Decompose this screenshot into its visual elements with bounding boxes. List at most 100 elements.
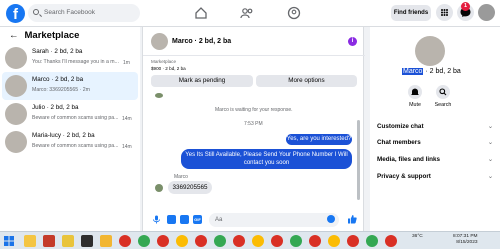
scrollbar[interactable] bbox=[357, 120, 360, 200]
thread-time: 1m bbox=[123, 60, 130, 66]
listing-summary[interactable]: Marketplace $900 · 2 bd, 2 ba bbox=[151, 58, 186, 72]
chat-header: Marco · 2 bd, 2 ba i bbox=[143, 27, 365, 56]
chrome-icon[interactable] bbox=[366, 235, 378, 247]
gif-icon[interactable]: GIF bbox=[193, 215, 202, 224]
section-label: Media, files and links bbox=[377, 156, 440, 163]
notification-badge: 1 bbox=[461, 2, 470, 11]
thread-time: 14m bbox=[122, 116, 132, 122]
sidebar-header: ← Marketplace bbox=[9, 30, 79, 41]
groups-icon[interactable] bbox=[287, 6, 301, 20]
privacy-support-row[interactable]: Privacy & support ⌄ bbox=[377, 173, 493, 180]
list-item[interactable]: Maria-lucy · 2 bd, 2 ba Beware of common… bbox=[2, 128, 138, 156]
message-composer: GIF Aa bbox=[143, 210, 365, 231]
waiting-note: Marco is waiting for your response. bbox=[215, 107, 293, 113]
chrome-icon[interactable] bbox=[347, 235, 359, 247]
thread-name: Julio · 2 bd, 2 ba bbox=[32, 104, 79, 111]
top-navigation-bar: f Search Facebook Find friends 1 bbox=[0, 0, 500, 27]
listing-detail: $900 · 2 bd, 2 ba bbox=[151, 66, 186, 71]
sender-label: Marco bbox=[174, 174, 188, 180]
mute-label: Mute bbox=[409, 102, 421, 108]
marketplace-sidebar: ← Marketplace Sarah · 2 bd, 2 ba You: Tha… bbox=[0, 27, 140, 231]
avatar[interactable] bbox=[415, 36, 445, 66]
profile-name-rest: · 2 bd, 2 ba bbox=[425, 68, 461, 75]
back-arrow-icon[interactable]: ← bbox=[9, 30, 19, 41]
message-input[interactable]: Aa bbox=[209, 213, 339, 227]
app-icon[interactable] bbox=[100, 235, 112, 247]
mute-button[interactable] bbox=[408, 85, 422, 99]
chat-title[interactable]: Marco · 2 bd, 2 ba bbox=[172, 38, 231, 45]
search-placeholder: Search Facebook bbox=[44, 9, 95, 16]
chat-members-row[interactable]: Chat members ⌄ bbox=[377, 139, 493, 146]
friends-icon[interactable] bbox=[240, 6, 254, 20]
microphone-icon[interactable] bbox=[152, 215, 161, 224]
chrome-icon[interactable] bbox=[119, 235, 131, 247]
image-icon[interactable] bbox=[167, 215, 176, 224]
avatar bbox=[155, 184, 163, 192]
chevron-down-icon: ⌄ bbox=[487, 173, 493, 180]
facebook-logo[interactable]: f bbox=[6, 4, 25, 23]
find-friends-button[interactable]: Find friends bbox=[391, 5, 431, 21]
conversation-details-panel: Marco · 2 bd, 2 ba Mute Search Customize… bbox=[370, 27, 500, 231]
windows-start-icon[interactable] bbox=[4, 236, 14, 246]
chrome-icon[interactable] bbox=[233, 235, 245, 247]
list-item[interactable]: Sarah · 2 bd, 2 ba You: Thanks I'll mess… bbox=[2, 44, 138, 72]
menu-grid-icon[interactable] bbox=[436, 4, 453, 21]
chevron-down-icon: ⌄ bbox=[487, 139, 493, 146]
chrome-icon[interactable] bbox=[195, 235, 207, 247]
chrome-icon[interactable] bbox=[309, 235, 321, 247]
thread-time: 14m bbox=[122, 144, 132, 150]
chrome-icon[interactable] bbox=[385, 235, 397, 247]
customize-chat-row[interactable]: Customize chat ⌄ bbox=[377, 123, 493, 130]
chrome-icon[interactable] bbox=[252, 235, 264, 247]
thread-preview: Beware of common scams using pa... bbox=[32, 143, 119, 149]
avatar bbox=[5, 103, 27, 125]
chrome-icon[interactable] bbox=[157, 235, 169, 247]
search-label: Search bbox=[434, 102, 452, 108]
info-icon[interactable]: i bbox=[348, 37, 357, 46]
list-item[interactable]: Julio · 2 bd, 2 ba Beware of common scam… bbox=[2, 100, 138, 128]
thread-name: Marco · 2 bd, 2 ba bbox=[32, 76, 84, 83]
clock-date: 8/15/2023 bbox=[456, 240, 478, 245]
app-icon[interactable] bbox=[43, 235, 55, 247]
sidebar-title: Marketplace bbox=[24, 30, 80, 41]
profile-name: Marco · 2 bd, 2 ba bbox=[402, 68, 461, 75]
chrome-icon[interactable] bbox=[176, 235, 188, 247]
chevron-down-icon: ⌄ bbox=[487, 123, 493, 130]
chevron-down-icon: ⌄ bbox=[487, 156, 493, 163]
thread-name: Sarah · 2 bd, 2 ba bbox=[32, 48, 83, 55]
section-label: Customize chat bbox=[377, 123, 424, 130]
thread-preview: Marco: 3369205565 · 2m bbox=[32, 87, 90, 93]
weather-temperature[interactable]: 36°C bbox=[412, 234, 423, 239]
avatar bbox=[5, 47, 27, 69]
search-input[interactable]: Search Facebook bbox=[28, 4, 140, 22]
more-options-button[interactable]: More options bbox=[256, 75, 357, 87]
search-icon bbox=[33, 9, 39, 15]
search-conversation-button[interactable] bbox=[436, 85, 450, 99]
mark-as-pending-button[interactable]: Mark as pending bbox=[151, 75, 253, 87]
profile-name-highlight: Marco bbox=[402, 68, 424, 75]
chrome-icon[interactable] bbox=[214, 235, 226, 247]
home-icon[interactable] bbox=[194, 6, 208, 20]
avatar[interactable] bbox=[151, 33, 168, 50]
app-icon[interactable] bbox=[81, 235, 93, 247]
sticker-icon[interactable] bbox=[180, 215, 189, 224]
message-timestamp: 7:53 PM bbox=[244, 121, 263, 127]
like-icon[interactable] bbox=[347, 214, 357, 224]
avatar bbox=[5, 75, 27, 97]
outgoing-message: Yes, are you interested? bbox=[286, 134, 352, 145]
thread-preview: Beware of common scams using pa... bbox=[32, 115, 119, 121]
file-explorer-icon[interactable] bbox=[24, 235, 36, 247]
profile-avatar[interactable] bbox=[478, 4, 495, 21]
chrome-icon[interactable] bbox=[328, 235, 340, 247]
chrome-icon[interactable] bbox=[271, 235, 283, 247]
section-label: Chat members bbox=[377, 139, 421, 146]
chrome-icon[interactable] bbox=[290, 235, 302, 247]
windows-taskbar: 36°C 8:07:31 PM 8/15/2023 bbox=[0, 231, 500, 249]
list-item[interactable]: Marco · 2 bd, 2 ba Marco: 3369205565 · 2… bbox=[2, 72, 138, 100]
app-icon[interactable] bbox=[62, 235, 74, 247]
emoji-icon[interactable] bbox=[327, 215, 335, 223]
system-clock[interactable]: 8:07:31 PM 8/15/2023 bbox=[453, 234, 478, 246]
chrome-icon[interactable] bbox=[138, 235, 150, 247]
avatar bbox=[155, 93, 163, 98]
media-files-links-row[interactable]: Media, files and links ⌄ bbox=[377, 156, 493, 163]
